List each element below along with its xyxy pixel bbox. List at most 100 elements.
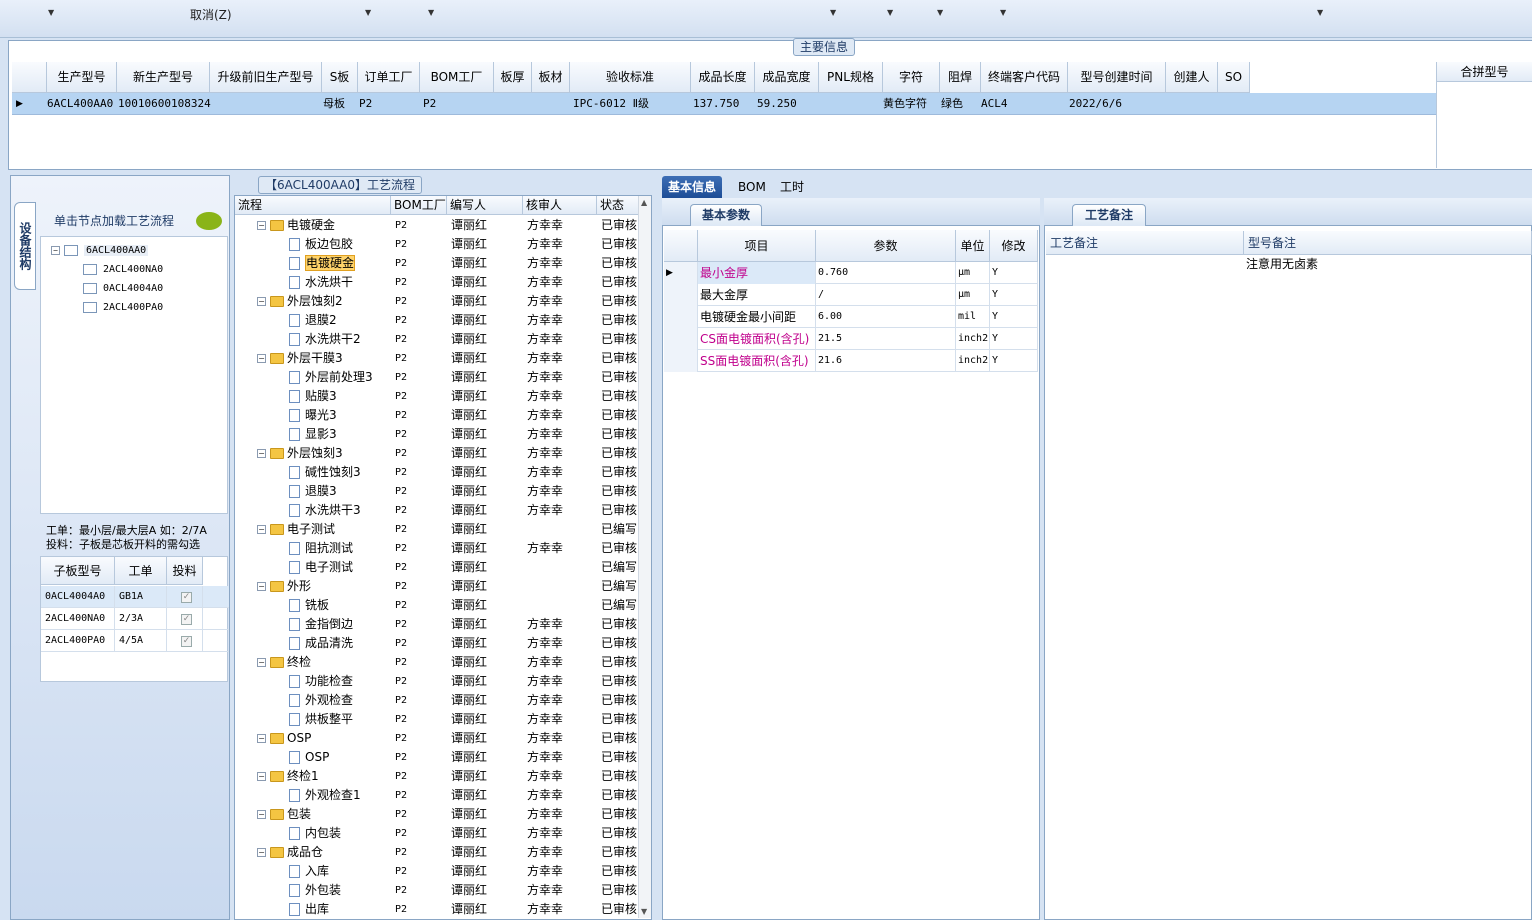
collapse-icon[interactable]: − — [257, 848, 266, 857]
column-header[interactable]: 子板型号 — [41, 557, 115, 585]
cell-new-model[interactable]: 10010600108324 — [118, 93, 211, 115]
table-row[interactable]: 2ACL400PA0 4/5A ✓ — [41, 630, 229, 652]
collapse-icon[interactable]: − — [257, 658, 266, 667]
dropdown-arrow-icon[interactable]: ▼ — [830, 8, 836, 17]
column-header[interactable]: 流程 — [235, 196, 391, 215]
param-mod[interactable]: Y — [990, 306, 1038, 328]
dropdown-arrow-icon[interactable]: ▼ — [428, 8, 434, 17]
param-value[interactable]: 21.5 — [816, 328, 956, 350]
param-mod[interactable]: Y — [990, 350, 1038, 372]
param-row[interactable]: 电镀硬金最小间距 6.00 mil Y — [664, 306, 1038, 328]
vertical-scrollbar[interactable]: ▲ ▼ — [638, 196, 651, 918]
process-row[interactable]: 贴膜3 P2 谭丽红 方幸幸 已审核 — [235, 387, 639, 406]
collapse-icon[interactable]: − — [257, 810, 266, 819]
dropdown-arrow-icon[interactable]: ▼ — [48, 8, 54, 17]
process-row[interactable]: 入库 P2 谭丽红 方幸幸 已审核 — [235, 862, 639, 881]
process-row[interactable]: 显影3 P2 谭丽红 方幸幸 已审核 — [235, 425, 639, 444]
process-row[interactable]: 阻抗测试 P2 谭丽红 方幸幸 已审核 — [235, 539, 639, 558]
collapse-icon[interactable]: − — [257, 734, 266, 743]
cell-order-factory[interactable]: P2 — [359, 93, 372, 115]
column-header[interactable]: 工艺备注 — [1046, 231, 1244, 255]
process-row[interactable]: 水洗烘干3 P2 谭丽红 方幸幸 已审核 — [235, 501, 639, 520]
process-row[interactable]: − 终检1 P2 谭丽红 方幸幸 已审核 — [235, 767, 639, 786]
collapse-icon[interactable]: − — [51, 245, 60, 255]
column-header[interactable]: BOM工厂 — [420, 62, 494, 93]
param-row[interactable]: SS面电镀面积(含孔) 21.6 inch2 Y — [664, 350, 1038, 372]
column-header[interactable]: 状态 — [597, 196, 639, 215]
collapse-icon[interactable]: − — [257, 525, 266, 534]
column-header[interactable]: 订单工厂 — [358, 62, 420, 93]
process-row[interactable]: 曝光3 P2 谭丽红 方幸幸 已审核 — [235, 406, 639, 425]
process-row[interactable]: 功能检查 P2 谭丽红 方幸幸 已审核 — [235, 672, 639, 691]
column-header[interactable]: 字符 — [883, 62, 940, 93]
dropdown-arrow-icon[interactable]: ▼ — [1000, 8, 1006, 17]
collapse-icon[interactable]: − — [257, 297, 266, 306]
tab-basic-params[interactable]: 基本参数 — [690, 204, 762, 226]
column-header[interactable]: 成品宽度 — [755, 62, 819, 93]
param-mod[interactable]: Y — [990, 284, 1038, 306]
param-value[interactable]: 6.00 — [816, 306, 956, 328]
cell-standard[interactable]: IPC-6012 Ⅱ级 — [573, 93, 649, 115]
tree-node[interactable]: 2ACL400PA0 — [83, 300, 163, 316]
collapse-icon[interactable]: − — [257, 354, 266, 363]
feed-checkbox[interactable]: ✓ — [167, 630, 203, 652]
param-item[interactable]: SS面电镀面积(含孔) — [698, 350, 816, 372]
process-row[interactable]: 电镀硬金 P2 谭丽红 方幸幸 已审核 — [235, 254, 639, 273]
column-header[interactable]: 验收标准 — [570, 62, 691, 93]
collapse-icon[interactable]: − — [257, 449, 266, 458]
process-row[interactable]: 外包装 P2 谭丽红 方幸幸 已审核 — [235, 881, 639, 900]
column-header[interactable]: 成品长度 — [691, 62, 755, 93]
process-row[interactable]: 外观检查1 P2 谭丽红 方幸幸 已审核 — [235, 786, 639, 805]
tab-craft-notes[interactable]: 工艺备注 — [1072, 204, 1146, 226]
column-header[interactable]: 型号创建时间 — [1068, 62, 1166, 93]
param-value[interactable]: / — [816, 284, 956, 306]
process-row[interactable]: 铣板 P2 谭丽红 已编写 — [235, 596, 639, 615]
param-unit[interactable]: mil — [956, 306, 990, 328]
collapse-icon[interactable]: − — [257, 772, 266, 781]
process-row[interactable]: 退膜3 P2 谭丽红 方幸幸 已审核 — [235, 482, 639, 501]
process-row[interactable]: − 成品仓 P2 谭丽红 方幸幸 已审核 — [235, 843, 639, 862]
param-mod[interactable]: Y — [990, 262, 1038, 284]
process-row[interactable]: − 终检 P2 谭丽红 方幸幸 已审核 — [235, 653, 639, 672]
param-item[interactable]: 电镀硬金最小间距 — [698, 306, 816, 328]
process-row[interactable]: 电子测试 P2 谭丽红 已编写 — [235, 558, 639, 577]
column-header[interactable]: SO — [1218, 62, 1250, 93]
param-value[interactable]: 21.6 — [816, 350, 956, 372]
column-header[interactable]: 修改 — [990, 230, 1038, 262]
column-header[interactable]: S板 — [322, 62, 358, 93]
process-row[interactable]: − 外层干膜3 P2 谭丽红 方幸幸 已审核 — [235, 349, 639, 368]
dropdown-arrow-icon[interactable]: ▼ — [1317, 8, 1323, 17]
cell-width[interactable]: 59.250 — [757, 93, 797, 115]
cell-bom-factory[interactable]: P2 — [423, 93, 436, 115]
column-header[interactable]: 项目 — [698, 230, 816, 262]
feed-checkbox[interactable]: ✓ — [167, 608, 203, 630]
column-header[interactable]: 终端客户代码 — [981, 62, 1068, 93]
cell-created[interactable]: 2022/6/6 — [1069, 93, 1122, 115]
cancel-button[interactable]: 取消(Z) — [190, 6, 232, 23]
process-row[interactable]: − 电镀硬金 P2 谭丽红 方幸幸 已审核 — [235, 216, 639, 235]
tab-hours[interactable]: 工时 — [774, 176, 810, 198]
column-header[interactable]: 参数 — [816, 230, 956, 262]
param-item[interactable]: CS面电镀面积(含孔) — [698, 328, 816, 350]
param-unit[interactable]: inch2 — [956, 328, 990, 350]
param-unit[interactable]: μm — [956, 262, 990, 284]
feed-checkbox[interactable]: ✓ — [167, 586, 203, 608]
param-item[interactable]: 最大金厚 — [698, 284, 816, 306]
param-row[interactable]: CS面电镀面积(含孔) 21.5 inch2 Y — [664, 328, 1038, 350]
process-row[interactable]: − 外形 P2 谭丽红 已编写 — [235, 577, 639, 596]
param-unit[interactable]: μm — [956, 284, 990, 306]
tab-basic-info[interactable]: 基本信息 — [662, 176, 723, 198]
tab-device-structure[interactable]: 设备结构 — [14, 202, 36, 290]
process-row[interactable]: 碱性蚀刻3 P2 谭丽红 方幸幸 已审核 — [235, 463, 639, 482]
process-row[interactable]: 金指倒边 P2 谭丽红 方幸幸 已审核 — [235, 615, 639, 634]
table-row[interactable]: 2ACL400NA0 2/3A ✓ — [41, 608, 229, 630]
column-header[interactable]: 新生产型号 — [117, 62, 210, 93]
column-header[interactable]: 编写人 — [447, 196, 523, 215]
model-note-value[interactable]: 注意用无卤素 — [1246, 255, 1318, 272]
table-row[interactable]: ▶ 6ACL400AA0 10010600108324 母板 P2 P2 IPC… — [12, 93, 1436, 115]
collapse-icon[interactable]: − — [257, 582, 266, 591]
column-header[interactable]: PNL规格 — [819, 62, 883, 93]
cell-char[interactable]: 黄色字符 — [883, 93, 927, 115]
column-header[interactable]: 板厚 — [494, 62, 532, 93]
column-header[interactable]: 工单 — [115, 557, 167, 585]
